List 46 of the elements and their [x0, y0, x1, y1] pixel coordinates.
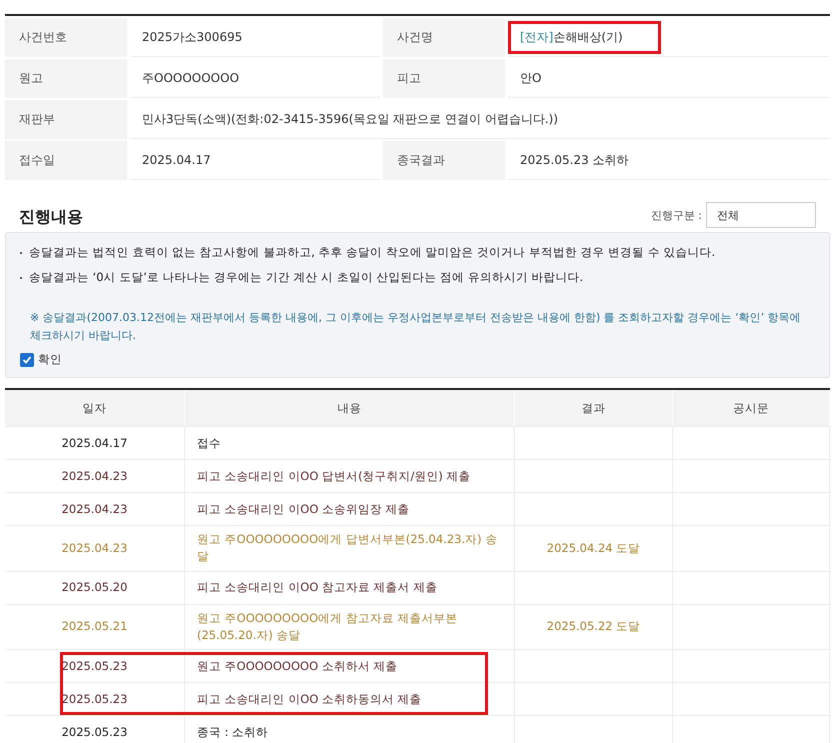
- field-value: 2025가소300695: [141, 28, 244, 46]
- field-value: 민사3단독(소액)(전화:02-3415-3596(목요일 재판으로 연결이 어렵습니다.)): [141, 110, 560, 128]
- date-cell: 2025.04.17: [5, 427, 185, 460]
- result-cell: 2025.05.22 도달: [515, 604, 673, 650]
- date-cell: 2025.05.20: [5, 572, 185, 604]
- date-cell: 2025.05.21: [5, 604, 185, 650]
- date-cell: 2025.04.23: [5, 460, 185, 492]
- content-cell: 접수: [185, 427, 515, 460]
- column-header: 결과: [515, 390, 673, 426]
- field-label: 원고: [5, 59, 127, 98]
- field-label: 피고: [383, 59, 505, 98]
- notice-text: 송달결과는 ‘0시 도달’로 나타나는 경우에는 기간 계산 시 초일이 산입된다는 점에 유의하시기 바랍니다.: [29, 270, 584, 285]
- field-label: 사건번호: [5, 18, 127, 57]
- content-cell: 원고 주OOOOOOOOO에게 참고자료 제출서부본(25.05.20.자) 송달: [185, 604, 515, 650]
- field-value: 2025.04.17: [141, 152, 212, 169]
- field-value: [전자]손해배상(기): [512, 24, 631, 50]
- content-cell: 원고 주OOOOOOOOO 소취하서 제출: [185, 650, 515, 682]
- section-title: 진행내용: [19, 207, 83, 228]
- content-cell: 피고 소송대리인 이OO 소취하동의서 제출: [185, 683, 515, 716]
- field-label: 접수일: [5, 141, 127, 180]
- date-cell: 2025.05.23: [5, 716, 185, 743]
- result-cell: 2025.04.24 도달: [515, 526, 673, 571]
- content-cell: 종국 : 소취하: [185, 716, 515, 743]
- date-cell: 2025.04.23: [5, 493, 185, 526]
- column-header: 내용: [185, 390, 515, 426]
- field-label: 사건명: [383, 18, 505, 57]
- note-text: ※ 송달결과(2007.03.12전에는 재판부에서 등록한 내용에, 그 이후에는 우정사업본부로부터 전송받은 내용에 한함) 를 조회하고자할 경우에는 ‘확인’ 항목에 체크하시기 바랍니다.: [30, 310, 802, 344]
- content-cell: 원고 주OOOOOOOOO에게 답변서부본(25.04.23.자) 송달: [185, 526, 515, 571]
- field-label: 재판부: [5, 100, 127, 139]
- content-cell: 피고 소송대리인 이OO 참고자료 제출서 제출: [185, 572, 515, 604]
- checkbox[interactable]: [20, 352, 34, 367]
- date-cell: 2025.05.23: [5, 683, 185, 716]
- checkbox-label: 확인: [38, 352, 62, 368]
- field-value: 2025.05.23 소취하: [519, 152, 630, 168]
- column-header: 일자: [5, 390, 185, 426]
- field-value: 주OOOOOOOOO: [141, 70, 240, 86]
- content-cell: 피고 소송대리인 이OO 소송위임장 제출: [185, 493, 515, 526]
- filter-label: 진행구분 :: [650, 208, 702, 222]
- content-cell: 피고 소송대리인 이OO 답변서(청구취지/원인) 제출: [185, 460, 515, 492]
- field-label: 종국결과: [383, 141, 505, 180]
- field-value: 안O: [519, 70, 542, 86]
- date-cell: 2025.04.23: [5, 526, 185, 571]
- date-cell: 2025.05.23: [5, 650, 185, 682]
- notice-text: 송달결과는 법적인 효력이 없는 참고사항에 불과하고, 추후 송달이 착오에 말미암은 것이거나 부적법한 경우 변경될 수 있습니다.: [29, 245, 716, 260]
- filter-select[interactable]: 전체: [706, 202, 816, 228]
- column-header: 공시문: [673, 390, 830, 426]
